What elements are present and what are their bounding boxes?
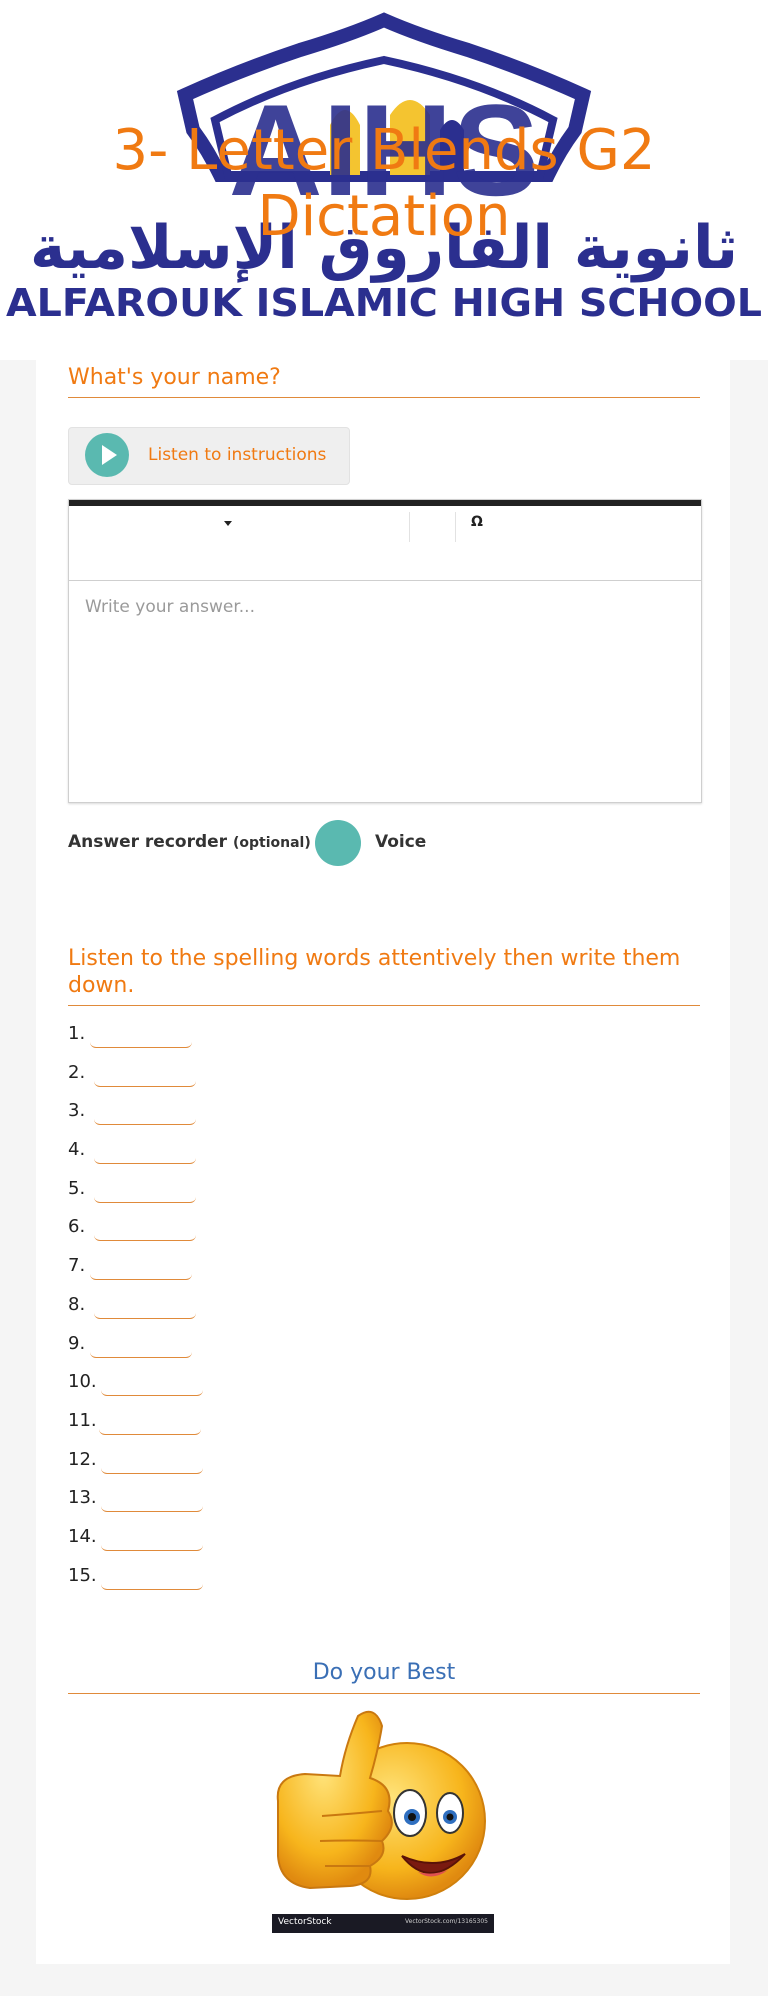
answer-recorder: Answer recorder (optional) - Voice [68, 820, 568, 866]
spelling-item-number: 5. [68, 1177, 86, 1199]
spelling-item: 14. [68, 1521, 468, 1561]
listen-label: Listen to instructions [148, 445, 327, 465]
spelling-item: 7. [68, 1251, 468, 1290]
recorder-label: Answer recorder (optional) - [68, 832, 322, 852]
spelling-item: 4. [68, 1135, 468, 1174]
spelling-item-number: 11. [68, 1409, 97, 1431]
spelling-item-number: 9. [68, 1332, 86, 1354]
spelling-item-number: 3. [68, 1100, 86, 1122]
spelling-item-number: 14. [68, 1525, 97, 1547]
spelling-blank-input[interactable] [101, 1367, 203, 1397]
spelling-item: 15. [68, 1560, 468, 1600]
spelling-blank-input[interactable] [99, 1405, 201, 1435]
spelling-blank-input[interactable] [90, 1251, 192, 1281]
toolbar-divider [455, 512, 456, 542]
answer-editor: Ω Write your answer... [68, 499, 702, 803]
spelling-item-number: 1. [68, 1023, 86, 1044]
spelling-item: 3. [68, 1096, 468, 1135]
omega-icon[interactable]: Ω [471, 514, 483, 530]
spelling-blank-input[interactable] [94, 1173, 196, 1203]
spelling-item-number: 4. [68, 1139, 86, 1161]
spelling-item: 9. [68, 1328, 468, 1368]
do-your-best-title: Do your Best [68, 1660, 700, 1694]
record-button[interactable] [315, 820, 361, 866]
spelling-item-number: 8. [68, 1293, 86, 1315]
spelling-blank-input[interactable] [94, 1212, 196, 1242]
spelling-item: 5. [68, 1173, 468, 1213]
spelling-item: 2. [68, 1057, 468, 1097]
spelling-item: 12. [68, 1444, 468, 1484]
spelling-blank-input[interactable] [101, 1444, 203, 1474]
spelling-item-number: 15. [68, 1564, 97, 1586]
format-dropdown[interactable] [69, 506, 409, 544]
spelling-item-number: 2. [68, 1061, 86, 1083]
spelling-item: 11. [68, 1405, 468, 1445]
spelling-blank-input[interactable] [90, 1019, 192, 1048]
page-title: 3- Letter Blends G2 Dictation [112, 118, 656, 249]
spelling-item-number: 12. [68, 1448, 97, 1470]
editor-toolbar: Ω [69, 506, 701, 581]
spelling-item: 6. [68, 1212, 468, 1251]
caret-down-icon [224, 521, 232, 526]
spelling-blank-input[interactable] [101, 1521, 203, 1551]
spelling-question-title: Listen to the spelling words attentively… [68, 945, 700, 1006]
vectorstock-watermark: VectorStock VectorStock.com/13165305 [272, 1914, 494, 1933]
thumbs-up-emoji [276, 1710, 486, 1900]
spelling-blank-input[interactable] [94, 1135, 196, 1165]
spelling-item: 1. [68, 1019, 468, 1058]
spelling-blank-input[interactable] [94, 1289, 196, 1319]
spelling-blank-input[interactable] [94, 1057, 196, 1087]
toolbar-divider [409, 512, 410, 542]
voice-label: Voice [375, 832, 427, 852]
recorder-optional: (optional) - [232, 835, 322, 851]
spelling-item: 8. [68, 1289, 468, 1329]
spelling-list: 1. 2. 3. 4. 5. 6. 7. 8. 9. 10. 11. 12. 13. 14. 15. [68, 1019, 468, 1599]
spelling-blank-input[interactable] [90, 1328, 192, 1358]
answer-placeholder: Write your answer... [85, 597, 255, 617]
school-name-english: ALFAROUK ISLAMIC HIGH SCHOOL [6, 281, 762, 325]
name-question-title: What's your name? [68, 364, 700, 398]
spelling-blank-input[interactable] [101, 1483, 203, 1513]
spelling-item-number: 7. [68, 1255, 86, 1277]
spelling-item: 10. [68, 1367, 468, 1406]
header-banner: AIHS ثانوية الفاروق الإسلامية ALFAROUK I… [0, 0, 768, 360]
spelling-item-number: 13. [68, 1487, 97, 1509]
answer-textarea[interactable]: Write your answer... [69, 581, 701, 802]
play-icon [85, 433, 129, 477]
listen-instructions-button[interactable]: Listen to instructions [68, 427, 350, 485]
spelling-blank-input[interactable] [101, 1560, 203, 1590]
spelling-item-number: 6. [68, 1216, 86, 1238]
spelling-item-number: 10. [68, 1371, 97, 1393]
spelling-item: 13. [68, 1483, 468, 1522]
spelling-blank-input[interactable] [94, 1096, 196, 1126]
